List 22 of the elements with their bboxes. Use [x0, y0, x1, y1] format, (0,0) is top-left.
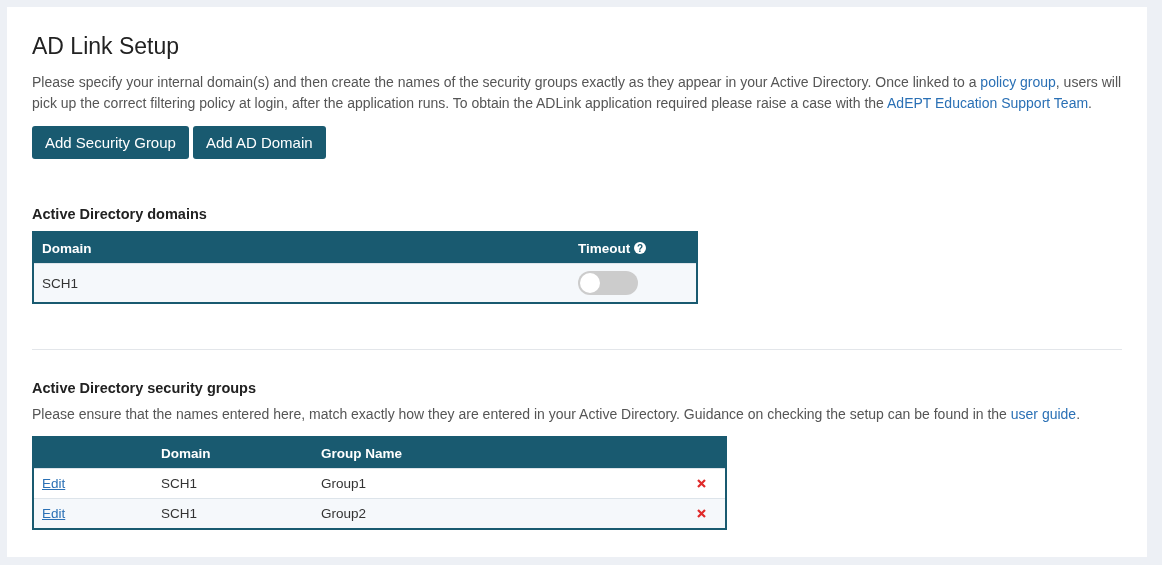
- timeout-toggle[interactable]: [578, 271, 638, 295]
- edit-link[interactable]: Edit: [42, 506, 66, 521]
- column-header: Group Name: [313, 437, 689, 469]
- column-header: Domain: [153, 437, 313, 469]
- table-cell: SCH1: [33, 263, 570, 303]
- guidance-paragraph: Please ensure that the names entered here, match exactly how they are entered in your Active Directory. Guidance on checking the setup can be found in the user guide.: [32, 405, 1082, 424]
- add-domain-button[interactable]: Add AD Domain: [192, 126, 326, 159]
- delete-icon[interactable]: [697, 479, 706, 488]
- table-cell: SCH1: [153, 498, 313, 529]
- help-icon[interactable]: ?: [634, 242, 647, 254]
- section-heading: Active Directory domains: [32, 206, 208, 222]
- intro-paragraph: Please specify your internal domain(s) and then create the names of the security groups exactly as they appear in your Active Directory. Once linked to a policy group, users will pick up the correct filtering policy at login, after the application runs. To obtain the ADLink application required please raise a case with the AdEPT Education Support Team.: [32, 73, 1122, 113]
- column-header: Timeout: [578, 240, 631, 256]
- column-header: Domain: [33, 232, 570, 264]
- edit-link[interactable]: Edit: [42, 476, 66, 491]
- text-link[interactable]: policy group: [980, 74, 1056, 90]
- text-link[interactable]: user guide: [1010, 406, 1077, 422]
- delete-icon[interactable]: [697, 509, 706, 518]
- page-title: AD Link Setup: [32, 33, 181, 60]
- section-heading: Active Directory security groups: [32, 380, 258, 396]
- table-cell: Group2: [313, 498, 689, 529]
- add-group-button[interactable]: Add Security Group: [32, 126, 189, 159]
